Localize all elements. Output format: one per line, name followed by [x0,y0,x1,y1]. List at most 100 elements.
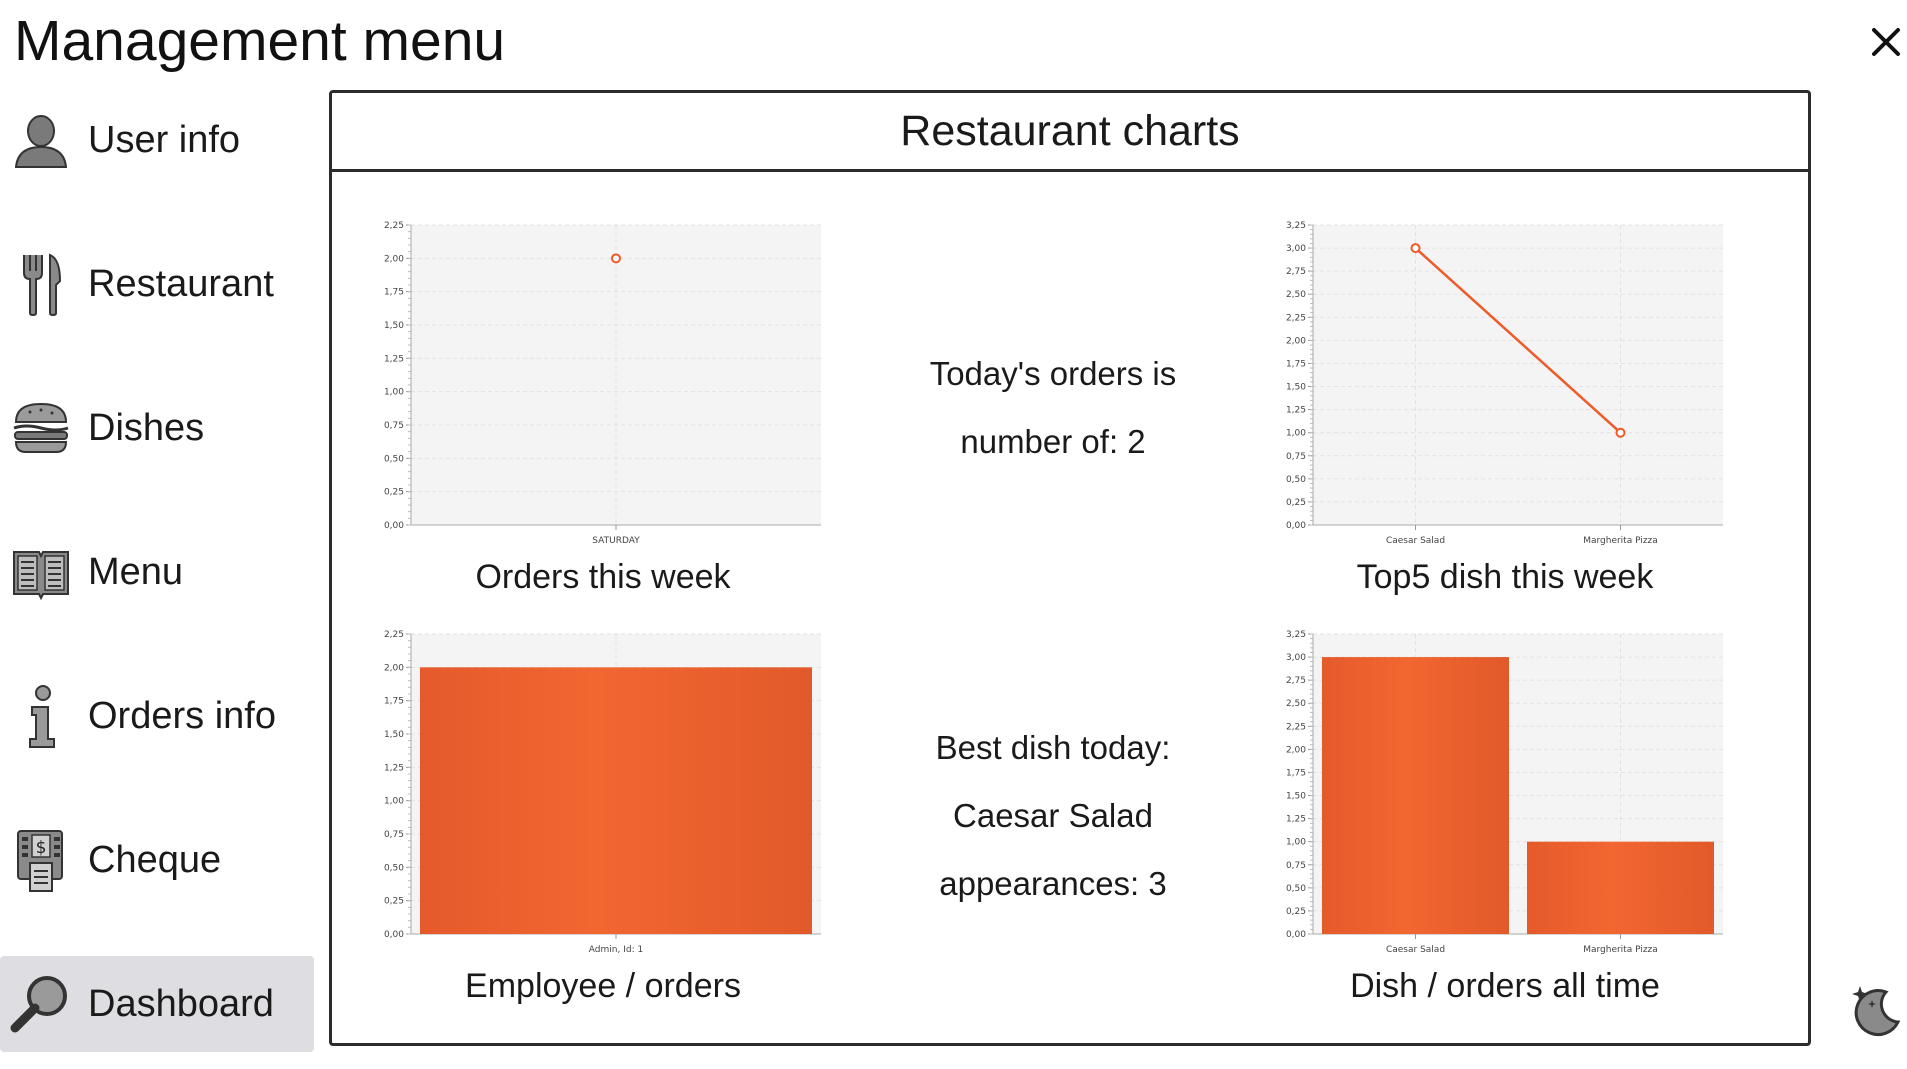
y-tick-label: 2,25 [1286,313,1306,323]
sidebar-item-label: Dashboard [88,982,274,1025]
y-tick-label: 2,25 [1286,722,1306,732]
sidebar-item-dishes[interactable]: Dishes [0,380,314,476]
magnifier-icon [8,971,74,1037]
info-icon [8,683,74,749]
y-tick-label: 1,00 [1286,838,1306,848]
best-dish-line3: appearances: 3 [939,865,1167,902]
today-orders-stat: Today's orders is number of: 2 [873,340,1233,476]
today-orders-line1: Today's orders is [929,355,1177,392]
y-tick-label: 2,00 [1286,336,1306,346]
plot-area [1313,225,1723,525]
y-tick-label: 0,50 [384,454,404,464]
orders-week-chart: 0,00 0,25 0,50 0,75 1,00 1,25 1,50 1,75 2,00 2,25… [384,221,821,546]
receipt-icon: $ [8,827,74,893]
sidebar-item-user-info[interactable]: User info [0,92,314,188]
app-title: Management menu [14,9,506,73]
chart-caption-dish-orders-all-time: Dish / orders all time [1350,967,1660,1005]
y-tick-label: 2,00 [384,663,404,673]
y-tick-label: 0,75 [384,421,404,431]
svg-text:$: $ [36,838,47,858]
today-orders-line2: number of: 2 [960,423,1146,460]
y-tick-label: 2,50 [1286,290,1306,300]
y-tick-label: 2,00 [384,254,404,264]
panel-header: Restaurant charts [332,93,1808,172]
x-tick-label: Caesar Salad [1386,945,1445,955]
burger-icon [8,395,74,461]
y-tick-label: 1,50 [1286,792,1306,802]
sidebar-item-menu[interactable]: Menu [0,524,314,620]
sidebar-item-cheque[interactable]: $ Cheque [0,812,314,908]
sidebar-item-label: Restaurant [88,262,274,305]
sidebar-item-dashboard[interactable]: Dashboard [0,956,314,1052]
theme-toggle-icon[interactable] [1846,982,1904,1040]
y-tick-label: 3,25 [1286,221,1306,231]
chart-caption-orders-week: Orders this week [475,558,731,596]
book-icon [8,539,74,605]
bar [1527,841,1714,934]
y-tick-label: 0,75 [384,830,404,840]
panel-title: Restaurant charts [900,106,1240,155]
y-tick-label: 1,00 [384,797,404,807]
y-tick-label: 1,00 [1286,429,1306,439]
y-tick-label: 0,50 [384,863,404,873]
best-dish-line2: Caesar Salad [953,797,1153,834]
y-tick-label: 0,25 [384,488,404,498]
sidebar-item-orders-info[interactable]: Orders info [0,668,314,764]
data-point [611,253,621,264]
y-tick-label: 1,50 [384,730,404,740]
employee-orders-chart: 0,00 0,25 0,50 0,75 1,00 1,25 1,50 1,75 2,00 2,25… [384,630,821,955]
y-tick-label: 2,25 [384,630,404,640]
y-tick-label: 2,25 [384,221,404,231]
y-tick-label: 0,00 [1286,930,1306,940]
sidebar-item-label: Orders info [88,694,276,737]
sidebar-item-restaurant[interactable]: Restaurant [0,236,314,332]
y-tick-label: 0,50 [1286,475,1306,485]
sidebar-item-label: User info [88,118,241,161]
y-tick-label: 1,25 [1286,406,1306,416]
close-icon[interactable] [1862,18,1907,66]
y-tick-label: 0,25 [1286,498,1306,508]
dish-orders-all-time-chart: 0,00 0,25 0,50 0,75 1,00 1,25 1,50 1,75 2,00 2,25… [1286,630,1723,955]
x-tick-label: Caesar Salad [1386,536,1445,546]
sidebar-item-label: Cheque [88,838,222,881]
y-tick-label: 1,75 [1286,359,1306,369]
data-point [1615,427,1626,438]
charts-panel: Restaurant charts 0,00 0,25 0,50 0,75 1,00 1,… [329,90,1811,1046]
y-tick-label: 0,50 [1286,884,1306,894]
y-tick-label: 3,00 [1286,653,1306,663]
fork-knife-icon [8,251,74,317]
data-point [1410,243,1421,254]
chart-caption-employee-orders: Employee / orders [465,967,741,1005]
bar [1322,657,1509,934]
y-tick-label: 1,50 [384,321,404,331]
y-tick-label: 0,75 [1286,861,1306,871]
y-tick-label: 0,00 [384,521,404,531]
y-tick-label: 1,25 [384,763,404,773]
x-tick-label: Margherita Pizza [1583,945,1658,955]
x-tick-label: Admin, Id: 1 [589,945,643,955]
bar [420,667,812,934]
x-tick-label: Margherita Pizza [1583,536,1658,546]
y-tick-label: 0,00 [1286,521,1306,531]
y-tick-label: 1,25 [1286,815,1306,825]
y-tick-label: 0,75 [1286,452,1306,462]
y-tick-label: 1,75 [384,288,404,298]
y-tick-label: 1,75 [384,697,404,707]
y-tick-label: 0,25 [384,897,404,907]
y-tick-label: 2,75 [1286,267,1306,277]
y-tick-label: 2,00 [1286,745,1306,755]
y-tick-label: 0,00 [384,930,404,940]
y-tick-label: 2,75 [1286,676,1306,686]
x-tick-label: SATURDAY [592,536,640,546]
y-tick-label: 1,00 [384,388,404,398]
y-tick-label: 2,50 [1286,699,1306,709]
y-tick-label: 1,75 [1286,768,1306,778]
y-tick-label: 3,00 [1286,244,1306,254]
sidebar-item-label: Menu [88,550,184,593]
y-tick-label: 0,25 [1286,907,1306,917]
best-dish-line1: Best dish today: [935,729,1171,766]
y-tick-label: 3,25 [1286,630,1306,640]
y-tick-label: 1,50 [1286,383,1306,393]
top5-dish-chart: 0,00 0,25 0,50 0,75 1,00 1,25 1,50 1,75 2,00 2,25… [1286,221,1723,546]
user-icon [8,107,74,173]
